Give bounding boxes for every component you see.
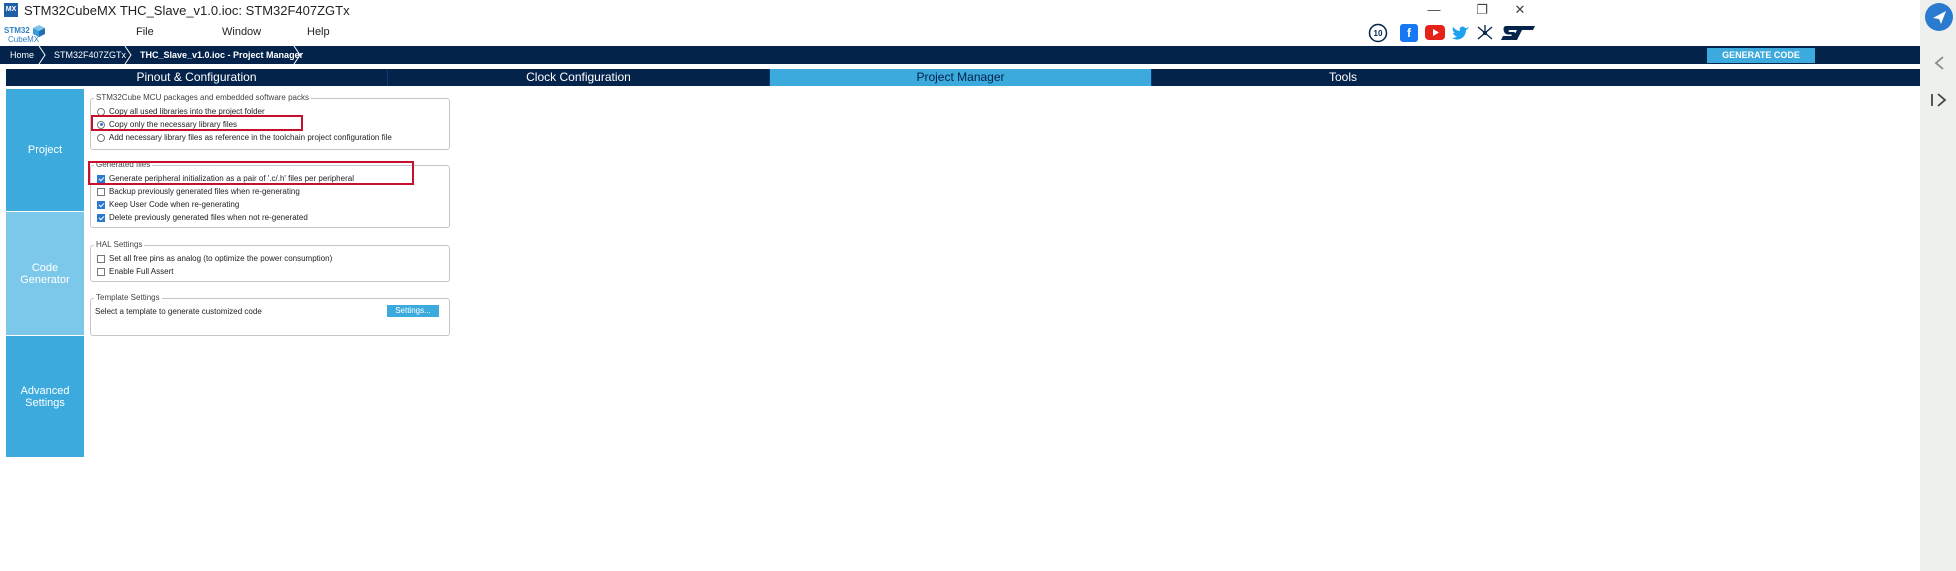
option-add-as-reference[interactable]: Add necessary library files as reference… bbox=[97, 133, 392, 142]
checkbox-backup-generated[interactable] bbox=[97, 187, 105, 196]
option-free-pins-analog[interactable]: Set all free pins as analog (to optimize… bbox=[97, 254, 332, 263]
window-title: STM32CubeMX THC_Slave_v1.0.ioc: STM32F40… bbox=[24, 3, 350, 18]
app-logo-icon: MX bbox=[4, 3, 18, 17]
radio-add-reference[interactable] bbox=[97, 133, 105, 142]
youtube-icon[interactable] bbox=[1425, 25, 1445, 40]
packages-group-title: STM32Cube MCU packages and embedded soft… bbox=[94, 93, 311, 102]
side-panel bbox=[1920, 0, 1956, 571]
network-icon[interactable] bbox=[1476, 24, 1494, 42]
sidenav-code-generator[interactable]: Code Generator bbox=[6, 212, 84, 335]
generate-code-button[interactable]: GENERATE CODE bbox=[1707, 48, 1815, 63]
menu-file[interactable]: File bbox=[136, 26, 154, 38]
option-full-assert[interactable]: Enable Full Assert bbox=[97, 267, 173, 276]
restore-button[interactable]: ❐ bbox=[1467, 1, 1497, 19]
menu-help[interactable]: Help bbox=[307, 26, 330, 38]
breadcrumb-chevron-icon bbox=[124, 46, 132, 64]
sidenav-advanced-settings[interactable]: Advanced Settings bbox=[6, 336, 84, 457]
option-label: Backup previously generated files when r… bbox=[109, 187, 300, 196]
checkbox-full-assert[interactable] bbox=[97, 267, 105, 276]
anniversary-10-icon[interactable]: 10 bbox=[1368, 23, 1388, 43]
breadcrumb-chevron-icon bbox=[38, 46, 46, 64]
checkbox-delete-previous[interactable] bbox=[97, 213, 105, 222]
breadcrumb: Home STM32F407ZGTx THC_Slave_v1.0.ioc - … bbox=[0, 46, 1920, 64]
option-label: Set all free pins as analog (to optimize… bbox=[109, 254, 333, 263]
option-label: Keep User Code when re-generating bbox=[109, 200, 240, 209]
option-delete-previous[interactable]: Delete previously generated files when n… bbox=[97, 213, 308, 222]
tab-project-manager[interactable]: Project Manager bbox=[770, 69, 1152, 86]
checkbox-free-pins-analog[interactable] bbox=[97, 254, 105, 263]
template-settings-button[interactable]: Settings... bbox=[387, 305, 439, 317]
breadcrumb-home[interactable]: Home bbox=[10, 46, 34, 64]
st-logo-icon[interactable] bbox=[1500, 25, 1536, 41]
expand-panel-icon[interactable] bbox=[1930, 92, 1948, 108]
menu-window[interactable]: Window bbox=[222, 26, 261, 38]
breadcrumb-chevron-icon bbox=[293, 46, 301, 64]
minimize-button[interactable]: — bbox=[1419, 1, 1449, 19]
tab-clock-configuration[interactable]: Clock Configuration bbox=[388, 69, 770, 86]
logo-line1: STM32 bbox=[4, 26, 30, 35]
chevron-left-icon[interactable] bbox=[1932, 55, 1946, 71]
template-settings-group-title: Template Settings bbox=[94, 293, 162, 302]
highlight-box bbox=[91, 115, 303, 131]
checkbox-keep-user-code[interactable] bbox=[97, 200, 105, 209]
cube-icon bbox=[33, 25, 45, 37]
close-button[interactable]: ✕ bbox=[1505, 1, 1535, 19]
navigation-arrow-icon[interactable] bbox=[1924, 2, 1954, 32]
breadcrumb-current[interactable]: THC_Slave_v1.0.ioc - Project Manager bbox=[140, 46, 303, 64]
twitter-icon[interactable] bbox=[1452, 25, 1470, 40]
option-keep-user-code[interactable]: Keep User Code when re-generating bbox=[97, 200, 239, 209]
menu-bar: STM32 CubeMX File Window Help 10 f bbox=[0, 20, 1920, 45]
option-label: Delete previously generated files when n… bbox=[109, 213, 308, 222]
facebook-icon[interactable]: f bbox=[1400, 24, 1418, 42]
hal-settings-group: HAL Settings Set all free pins as analog… bbox=[90, 240, 450, 282]
title-bar: MX STM32CubeMX THC_Slave_v1.0.ioc: STM32… bbox=[0, 0, 1920, 20]
main-tabs: Pinout & Configuration Clock Configurati… bbox=[6, 69, 1920, 86]
hal-settings-group-title: HAL Settings bbox=[94, 240, 145, 249]
template-settings-group: Template Settings Select a template to g… bbox=[90, 293, 450, 336]
tab-pinout-configuration[interactable]: Pinout & Configuration bbox=[6, 69, 388, 86]
svg-text:10: 10 bbox=[1374, 29, 1383, 38]
highlight-box bbox=[88, 161, 414, 185]
stm32cubemx-logo: STM32 CubeMX bbox=[4, 22, 56, 46]
option-label: Enable Full Assert bbox=[109, 267, 174, 276]
breadcrumb-device[interactable]: STM32F407ZGTx bbox=[54, 46, 126, 64]
tab-tools[interactable]: Tools bbox=[1152, 69, 1534, 86]
option-backup-generated[interactable]: Backup previously generated files when r… bbox=[97, 187, 300, 196]
sidenav-project[interactable]: Project bbox=[6, 89, 84, 211]
option-label: Add necessary library files as reference… bbox=[109, 133, 392, 142]
template-description: Select a template to generate customized… bbox=[95, 307, 262, 316]
